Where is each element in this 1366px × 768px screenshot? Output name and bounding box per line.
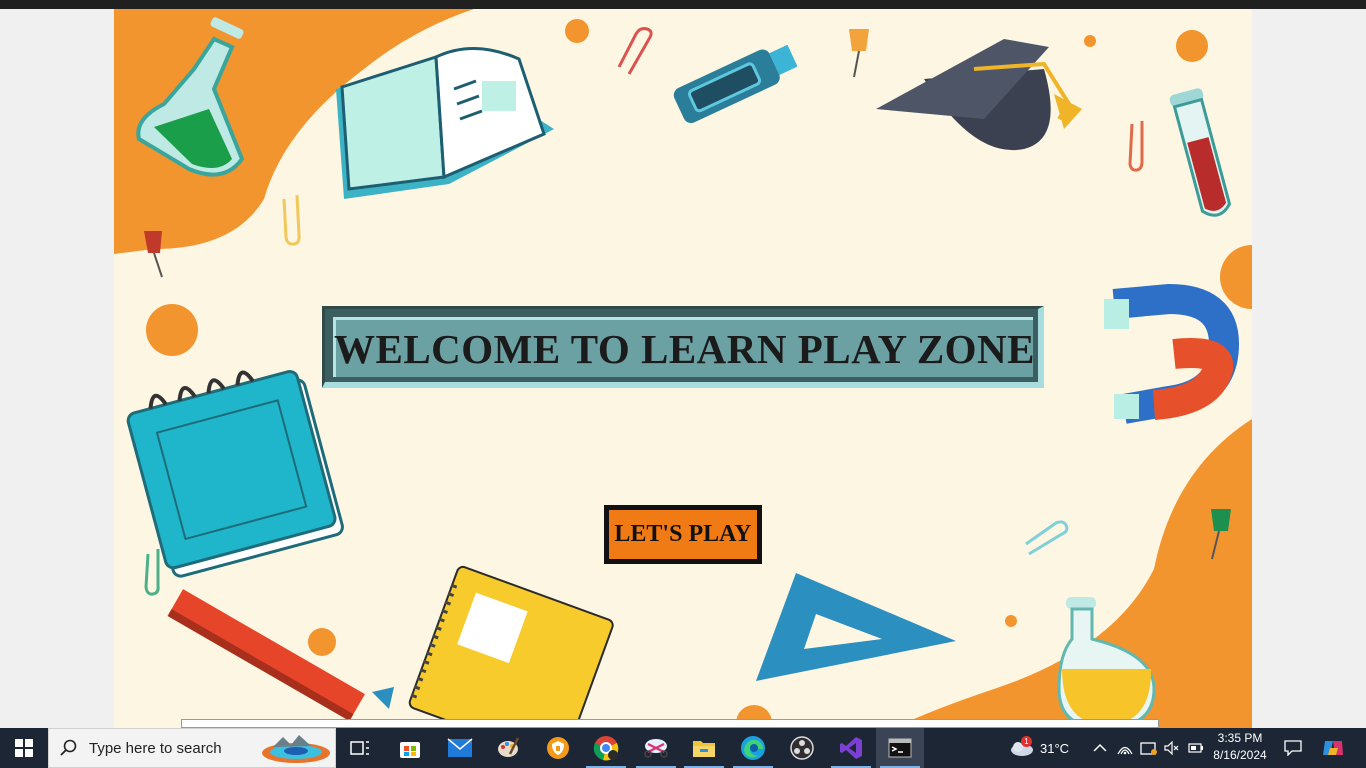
notebook-icon — [408, 565, 614, 728]
pushpin-icon — [144, 231, 163, 278]
clock-time: 3:35 PM — [1217, 731, 1263, 745]
open-book-icon — [336, 47, 554, 199]
search-icon — [60, 739, 77, 756]
title-banner-inner: WELCOME TO LEARN PLAY ZONE — [333, 317, 1036, 377]
taskbar-clock[interactable]: 3:35 PM 8/16/2024 — [1208, 730, 1272, 764]
window-right-margin — [1252, 9, 1366, 728]
notepad-icon — [126, 370, 344, 578]
volume-muted-icon[interactable] — [1164, 728, 1180, 768]
weather-alert-badge: 1 — [1021, 736, 1032, 747]
test-tube-icon — [1169, 88, 1232, 217]
mail-icon[interactable] — [436, 728, 484, 768]
pencil-sharpener-icon — [372, 687, 394, 709]
paperclip-icon — [617, 27, 653, 75]
paint-icon[interactable] — [484, 728, 532, 768]
windows-logo-icon — [15, 739, 33, 757]
edge-icon[interactable] — [729, 728, 777, 768]
highlighter-icon — [673, 44, 798, 124]
weather-temp: 31°C — [1040, 740, 1070, 756]
pushpin-icon — [849, 29, 869, 78]
page-title: WELCOME TO LEARN PLAY ZONE — [333, 325, 1036, 372]
chevron-up-icon — [1093, 743, 1107, 752]
search-placeholder: Type here to search — [89, 740, 222, 757]
clock-date: 8/16/2024 — [1213, 748, 1267, 762]
terminal-icon[interactable] — [876, 728, 924, 768]
vpn-shield-icon[interactable] — [534, 728, 582, 768]
battery-icon[interactable] — [1188, 728, 1204, 768]
copilot-icon[interactable] — [1322, 728, 1344, 768]
file-explorer-icon[interactable] — [680, 728, 728, 768]
paperclip-icon — [1025, 520, 1069, 556]
network-icon[interactable] — [1117, 728, 1133, 768]
paperclip-icon — [1128, 121, 1144, 172]
obs-icon[interactable] — [778, 728, 826, 768]
show-hidden-icons-button[interactable] — [1093, 728, 1107, 768]
orange-dot — [1220, 245, 1252, 309]
meet-now-icon[interactable] — [1140, 728, 1158, 768]
window-top-strip — [0, 0, 1366, 9]
start-button[interactable] — [0, 728, 48, 768]
task-view-icon[interactable] — [336, 728, 384, 768]
lets-play-button[interactable]: LET'S PLAY — [604, 505, 762, 564]
taskbar: Type here to search 31°C 1 3:35 PM 8/16/… — [0, 728, 1366, 768]
notification-icon — [1284, 740, 1302, 756]
chrome-icon[interactable] — [582, 728, 630, 768]
triangle-ruler-icon — [756, 573, 956, 681]
snipping-tool-icon[interactable] — [632, 728, 680, 768]
paperclip-icon — [144, 549, 160, 596]
magnet-icon — [1104, 283, 1240, 424]
paperclip-icon — [282, 194, 301, 246]
visual-studio-icon[interactable] — [827, 728, 875, 768]
taskbar-search-box[interactable]: Type here to search — [48, 728, 336, 768]
graduation-cap-icon — [876, 39, 1082, 151]
notifications-button[interactable] — [1284, 728, 1302, 768]
learn-play-zone-app: WELCOME TO LEARN PLAY ZONE LET'S PLAY — [114, 9, 1252, 728]
title-banner: WELCOME TO LEARN PLAY ZONE — [322, 306, 1044, 388]
weather-widget[interactable]: 31°C — [1008, 728, 1069, 768]
microsoft-store-icon[interactable] — [386, 728, 434, 768]
horizontal-scrollbar[interactable] — [181, 719, 1159, 728]
ruler-icon — [167, 589, 365, 722]
search-highlight-icon — [262, 735, 330, 763]
window-left-margin — [0, 9, 114, 728]
